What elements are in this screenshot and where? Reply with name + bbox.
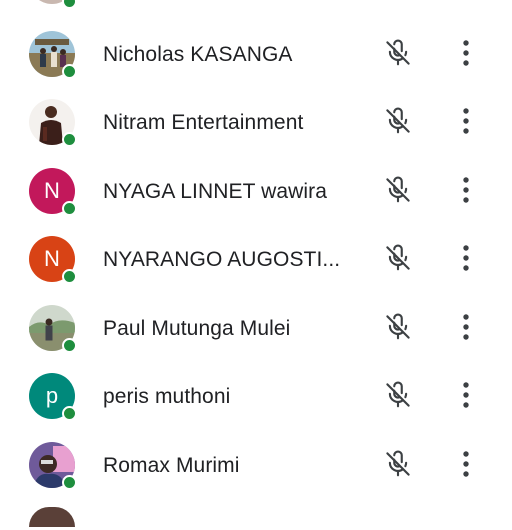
mic-off-icon[interactable] — [383, 106, 413, 136]
online-status-dot — [62, 132, 77, 147]
online-status-dot — [62, 406, 77, 421]
avatar — [29, 99, 77, 147]
more-options-icon[interactable] — [456, 106, 476, 136]
participant-name: Nicholas KASANGA — [103, 43, 293, 66]
online-status-dot — [62, 0, 77, 9]
participant-name: Romax Murimi — [103, 454, 240, 477]
more-options-icon[interactable] — [456, 38, 476, 68]
participant-name: peris muthoni — [103, 385, 231, 408]
online-status-dot — [62, 64, 77, 79]
more-options-icon[interactable] — [456, 312, 476, 342]
mic-off-icon[interactable] — [383, 449, 413, 479]
participant-row[interactable]: Nitram Entertainment — [0, 88, 512, 156]
online-status-dot — [62, 269, 77, 284]
more-options-icon[interactable] — [456, 243, 476, 273]
participant-row[interactable]: p peris muthoni — [0, 362, 512, 430]
participant-row[interactable]: N NYARANGO AUGOSTI... — [0, 225, 512, 293]
participant-row[interactable]: Paul Mutunga Mulei — [0, 294, 512, 362]
participant-row-partial-top — [0, 0, 512, 9]
more-options-icon[interactable] — [456, 380, 476, 410]
avatar: p — [29, 373, 77, 421]
participant-name: NYAGA LINNET wawira — [103, 180, 328, 203]
avatar — [29, 305, 77, 353]
participant-row[interactable]: Romax Murimi — [0, 431, 512, 499]
mic-off-icon[interactable] — [383, 380, 413, 410]
more-options-icon[interactable] — [456, 449, 476, 479]
avatar — [29, 507, 75, 527]
participant-name: NYARANGO AUGOSTI... — [103, 248, 341, 271]
mic-off-icon[interactable] — [383, 38, 413, 68]
avatar: N — [29, 236, 77, 284]
online-status-dot — [62, 201, 77, 216]
avatar — [29, 31, 77, 79]
online-status-dot — [62, 475, 77, 490]
participant-row[interactable]: Nicholas KASANGA — [0, 20, 512, 88]
participant-row-partial-bottom — [0, 500, 512, 530]
more-options-icon[interactable] — [456, 175, 476, 205]
participant-name: Nitram Entertainment — [103, 111, 304, 134]
avatar: N — [29, 168, 77, 216]
mic-off-icon[interactable] — [383, 243, 413, 273]
participant-row[interactable]: N NYAGA LINNET wawira — [0, 157, 512, 225]
online-status-dot — [62, 338, 77, 353]
participant-name: Paul Mutunga Mulei — [103, 317, 291, 340]
participant-list: Nicholas KASANGA Nitram Entertainment N … — [0, 0, 512, 527]
mic-off-icon[interactable] — [383, 175, 413, 205]
avatar — [29, 442, 77, 490]
mic-off-icon[interactable] — [383, 312, 413, 342]
